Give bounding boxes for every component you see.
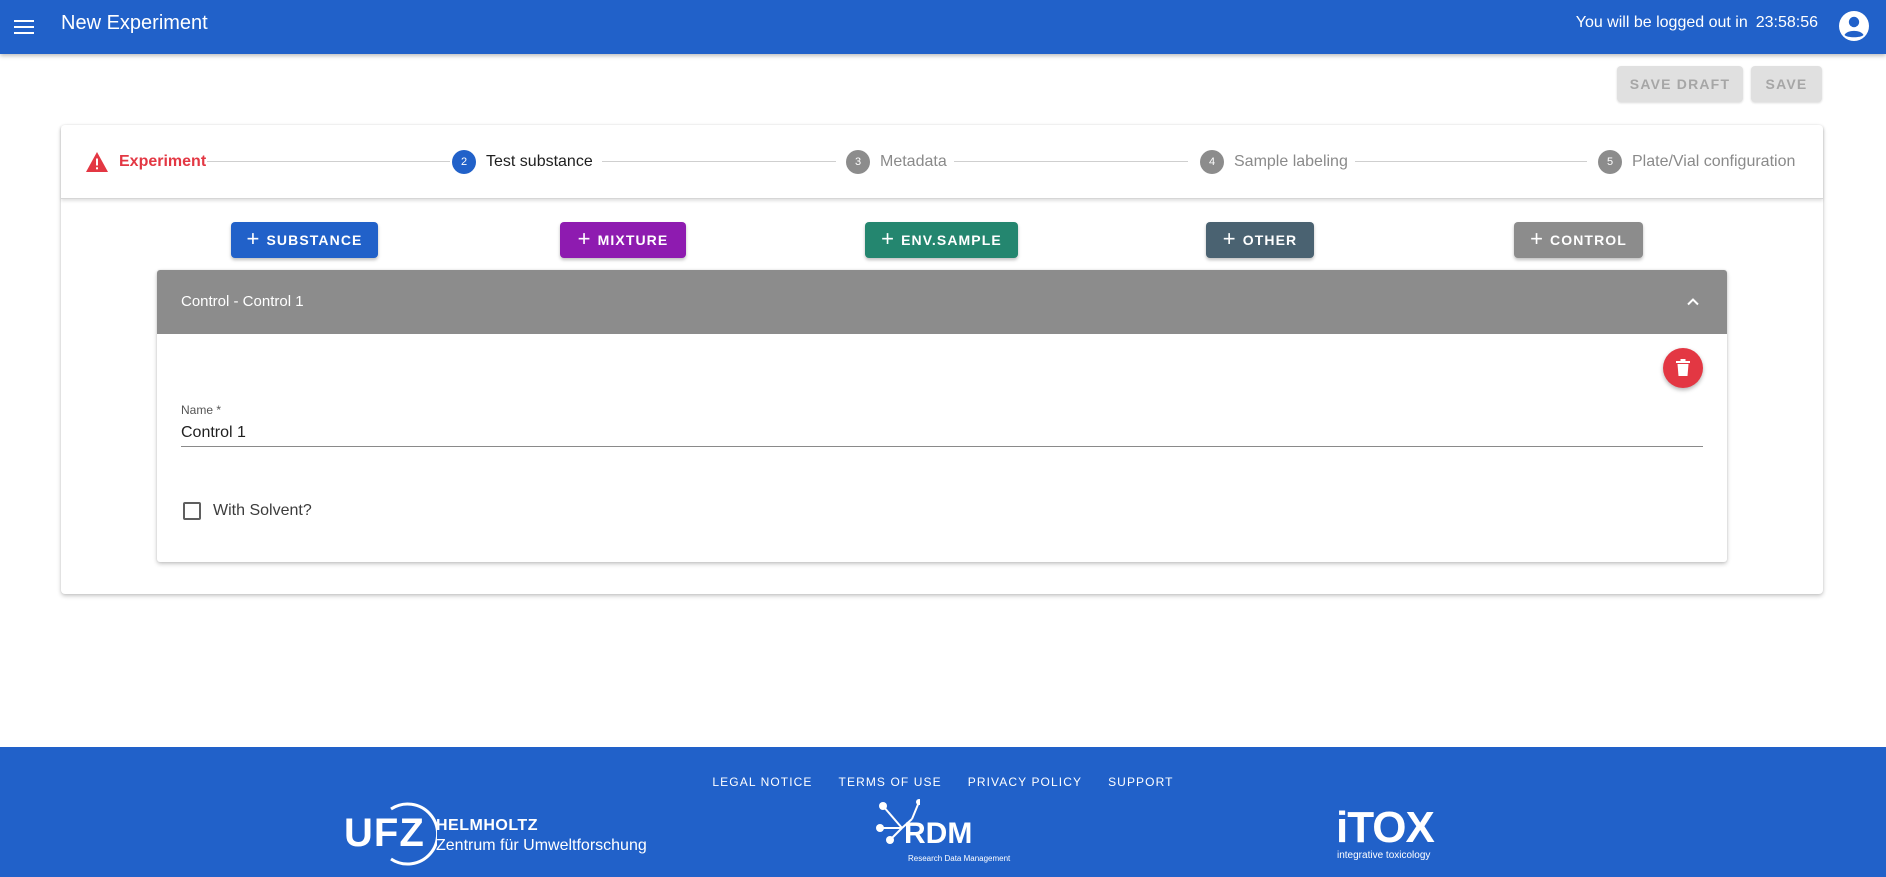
with-solvent-label: With Solvent? [213, 502, 312, 519]
support-link[interactable]: SUPPORT [1108, 775, 1174, 789]
name-field[interactable] [181, 419, 1703, 447]
menu-icon[interactable] [8, 11, 40, 43]
plus-icon: + [881, 226, 896, 251]
logout-countdown: You will be logged out in 23:58:56 [1576, 14, 1818, 32]
stepper: Experiment 2 Test substance 3 Metadata 4… [61, 125, 1823, 199]
footer: LEGAL NOTICE TERMS OF USE PRIVACY POLICY… [0, 747, 1886, 877]
control-panel: Control - Control 1 Name * With Solvent? [157, 270, 1727, 562]
footer-links: LEGAL NOTICE TERMS OF USE PRIVACY POLICY… [0, 775, 1886, 789]
with-solvent-checkbox-row[interactable]: With Solvent? [183, 502, 312, 520]
ufz-arc-icon [390, 802, 437, 866]
panel-header[interactable]: Control - Control 1 [157, 270, 1727, 334]
panel-title: Control - Control 1 [181, 293, 304, 310]
button-label: SUBSTANCE [266, 232, 363, 248]
with-solvent-checkbox[interactable] [183, 502, 201, 520]
button-label: MIXTURE [597, 232, 669, 248]
rdm-mark: RDM [904, 817, 973, 850]
logout-timer: 23:58:56 [1755, 14, 1818, 31]
ufz-name: HELMHOLTZ [436, 817, 538, 834]
itox-sub: integrative toxicology [1337, 850, 1431, 861]
account-icon[interactable] [1836, 8, 1872, 44]
step-number: 5 [1598, 150, 1622, 174]
plus-icon: + [246, 226, 261, 251]
ufz-sub: Zentrum für Umweltforschung [436, 837, 647, 854]
step-number: 3 [846, 150, 870, 174]
terms-of-use-link[interactable]: TERMS OF USE [839, 775, 942, 789]
step-label: Metadata [880, 153, 947, 170]
app-bar: New Experiment You will be logged out in… [0, 0, 1886, 54]
privacy-policy-link[interactable]: PRIVACY POLICY [968, 775, 1082, 789]
step-number: 2 [452, 150, 476, 174]
ufz-logo[interactable]: UFZ HELMHOLTZ Zentrum für Umweltforschun… [344, 801, 647, 867]
step-experiment[interactable]: Experiment [85, 149, 206, 175]
trash-icon [1676, 359, 1690, 376]
step-plate-vial-configuration[interactable]: 5 Plate/Vial configuration [1598, 149, 1795, 175]
step-label: Sample labeling [1234, 153, 1348, 170]
plus-icon: + [577, 226, 592, 251]
logout-text: You will be logged out in [1575, 14, 1748, 31]
add-control-button[interactable]: + CONTROL [1514, 222, 1643, 258]
step-label: Plate/Vial configuration [1632, 153, 1796, 170]
page-title: New Experiment [61, 12, 208, 34]
add-other-button[interactable]: + OTHER [1206, 222, 1314, 258]
step-connector [954, 161, 1188, 162]
add-substance-button[interactable]: + SUBSTANCE [231, 222, 378, 258]
rdm-logo[interactable]: RDM Research Data Management [876, 799, 1016, 869]
step-number: 4 [1200, 150, 1224, 174]
add-env-sample-button[interactable]: + ENV.SAMPLE [865, 222, 1018, 258]
plus-icon: + [1222, 226, 1237, 251]
step-connector [207, 161, 450, 162]
step-connector [602, 161, 836, 162]
warning-icon [86, 152, 108, 172]
button-label: ENV.SAMPLE [901, 232, 1002, 248]
save-draft-button[interactable]: SAVE DRAFT [1617, 66, 1743, 102]
legal-notice-link[interactable]: LEGAL NOTICE [712, 775, 812, 789]
step-label: Experiment [119, 153, 207, 170]
save-button[interactable]: SAVE [1751, 66, 1822, 102]
add-mixture-button[interactable]: + MIXTURE [560, 222, 686, 258]
itox-mark: iTOX [1336, 803, 1435, 852]
name-field-label: Name * [181, 403, 222, 417]
step-metadata[interactable]: 3 Metadata [846, 149, 947, 175]
plus-icon: + [1530, 226, 1545, 251]
itox-logo[interactable]: iTOX integrative toxicology [1336, 803, 1446, 867]
step-test-substance[interactable]: 2 Test substance [452, 149, 593, 175]
rdm-sub: Research Data Management [908, 854, 1011, 863]
delete-button[interactable] [1663, 348, 1703, 388]
step-connector [1355, 161, 1587, 162]
chevron-up-icon[interactable] [1683, 292, 1703, 312]
button-label: CONTROL [1550, 232, 1627, 248]
step-label: Test substance [486, 153, 593, 170]
button-label: OTHER [1242, 232, 1298, 248]
step-sample-labeling[interactable]: 4 Sample labeling [1200, 149, 1348, 175]
